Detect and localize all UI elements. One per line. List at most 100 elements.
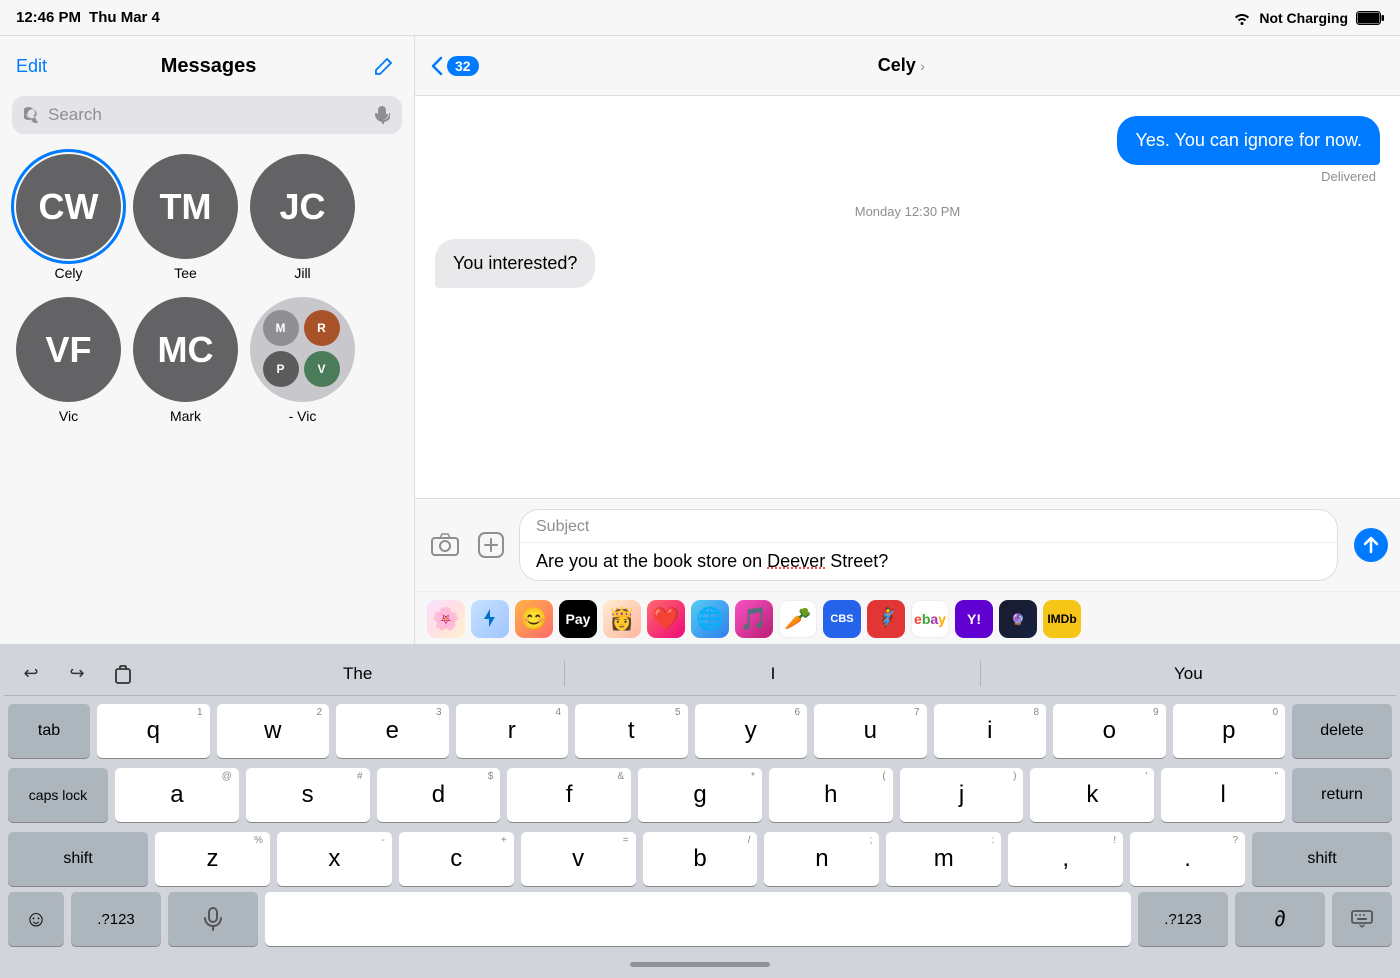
key-m[interactable]: :m <box>886 832 1001 886</box>
key-n[interactable]: ;n <box>764 832 879 886</box>
key-period[interactable]: ?. <box>1130 832 1245 886</box>
key-o[interactable]: 9o <box>1053 704 1166 758</box>
message-text: Are you at the book store on Deever Stre… <box>536 551 888 572</box>
key-rows: tab 1q 2w 3e 4r 5t 6y 7u 8i 9o 0p delete… <box>4 704 1396 886</box>
avatar-multi: M R P V <box>250 297 355 402</box>
delete-key[interactable]: delete <box>1292 704 1392 758</box>
chat-name-area[interactable]: Cely › <box>491 55 1312 76</box>
key-d[interactable]: $d <box>377 768 501 822</box>
text-input-container[interactable]: Subject Are you at the book store on Dee… <box>519 509 1338 581</box>
messages-header: Edit Messages <box>0 36 414 96</box>
search-bar[interactable]: Search <box>12 96 402 134</box>
appstore-button[interactable] <box>473 527 509 563</box>
right-panel: 32 Cely › Yes. You can ignore for now. D… <box>415 36 1400 644</box>
key-comma[interactable]: !, <box>1008 832 1123 886</box>
cbs-app-icon[interactable]: CBS <box>823 600 861 638</box>
marvel-app-icon[interactable]: 🦸 <box>867 600 905 638</box>
key-a[interactable]: @a <box>115 768 239 822</box>
avatar-cw: CW <box>16 154 121 259</box>
contact-mc[interactable]: MC Mark <box>133 297 238 424</box>
memoji2-app-icon[interactable]: 👸 <box>603 600 641 638</box>
shift-left-key[interactable]: shift <box>8 832 148 886</box>
contact-jc[interactable]: JC Jill <box>250 154 355 281</box>
key-c[interactable]: +c <box>399 832 514 886</box>
darksky-app-icon[interactable]: 🔮 <box>999 600 1037 638</box>
appstore-app-icon[interactable] <box>471 600 509 638</box>
ebay-app-icon[interactable]: ebay <box>911 600 949 638</box>
browser-app-icon[interactable]: 🌐 <box>691 600 729 638</box>
send-button[interactable] <box>1354 528 1388 562</box>
key-e[interactable]: 3e <box>336 704 449 758</box>
instacart-app-icon[interactable]: 🥕 <box>779 600 817 638</box>
status-left: 12:46 PM Thu Mar 4 <box>16 9 160 26</box>
contact-vf[interactable]: VF Vic <box>16 297 121 424</box>
compose-button[interactable] <box>370 52 398 80</box>
numbers-left-key[interactable]: .?123 <box>71 892 161 946</box>
heart-app-icon[interactable]: ❤️ <box>647 600 685 638</box>
contact-name-mc: Mark <box>170 408 201 424</box>
scribble-key[interactable]: ∂ <box>1235 892 1325 946</box>
keyboard-dismiss-key[interactable] <box>1332 892 1392 946</box>
search-placeholder: Search <box>48 105 366 125</box>
app-strip: 🌸 😊 Pay 👸 ❤️ 🌐 🎵 🥕 CBS 🦸 ebay Y! 🔮 IMDb <box>415 591 1400 644</box>
key-b[interactable]: /b <box>643 832 758 886</box>
key-q[interactable]: 1q <box>97 704 210 758</box>
space-key[interactable] <box>265 892 1131 946</box>
suggestion-i[interactable]: I <box>565 652 980 695</box>
photos-app-icon[interactable]: 🌸 <box>427 600 465 638</box>
applepay-app-icon[interactable]: Pay <box>559 600 597 638</box>
camera-button[interactable] <box>427 527 463 563</box>
key-g[interactable]: *g <box>638 768 762 822</box>
avatar-mc: MC <box>133 297 238 402</box>
music-app-icon[interactable]: 🎵 <box>735 600 773 638</box>
capslock-key[interactable]: caps lock <box>8 768 108 822</box>
messages-area: Yes. You can ignore for now. Delivered M… <box>415 96 1400 498</box>
mic-icon <box>374 106 390 124</box>
keyboard: ↩ ↪ The I You tab 1q 2w 3e 4r 5t 6y 7u <box>0 644 1400 950</box>
suggestion-the[interactable]: The <box>150 652 565 695</box>
key-z[interactable]: %z <box>155 832 270 886</box>
key-s[interactable]: #s <box>246 768 370 822</box>
paste-button[interactable] <box>100 653 146 695</box>
key-f[interactable]: &f <box>507 768 631 822</box>
numbers-right-key[interactable]: .?123 <box>1138 892 1228 946</box>
message-delivered: Delivered <box>1117 169 1380 184</box>
undo-button[interactable]: ↩ <box>8 653 54 695</box>
key-p[interactable]: 0p <box>1173 704 1286 758</box>
key-w[interactable]: 2w <box>217 704 330 758</box>
edit-button[interactable]: Edit <box>16 56 47 77</box>
key-t[interactable]: 5t <box>575 704 688 758</box>
message-text-line: Are you at the book store on Deever Stre… <box>520 543 1337 580</box>
key-u[interactable]: 7u <box>814 704 927 758</box>
key-h[interactable]: (h <box>769 768 893 822</box>
wifi-icon <box>1233 11 1251 25</box>
chat-header: 32 Cely › <box>415 36 1400 96</box>
yahoo-app-icon[interactable]: Y! <box>955 600 993 638</box>
key-v[interactable]: =v <box>521 832 636 886</box>
redo-button[interactable]: ↪ <box>54 653 100 695</box>
imdb-app-icon[interactable]: IMDb <box>1043 600 1081 638</box>
avatar-tm: TM <box>133 154 238 259</box>
key-r[interactable]: 4r <box>456 704 569 758</box>
home-bar <box>630 962 770 967</box>
return-key[interactable]: return <box>1292 768 1392 822</box>
shift-right-key[interactable]: shift <box>1252 832 1392 886</box>
back-button[interactable]: 32 <box>431 56 479 76</box>
key-x[interactable]: -x <box>277 832 392 886</box>
mic-key[interactable] <box>168 892 258 946</box>
key-i[interactable]: 8i <box>934 704 1047 758</box>
keyboard-icon <box>1351 910 1373 928</box>
suggestion-you[interactable]: You <box>981 652 1396 695</box>
memoji-app-icon[interactable]: 😊 <box>515 600 553 638</box>
contact-multi[interactable]: M R P V - Vic <box>250 297 355 424</box>
message-bubble-received: You interested? <box>435 239 595 288</box>
tab-key[interactable]: tab <box>8 704 90 758</box>
chat-contact-name: Cely <box>878 55 916 75</box>
contact-cw[interactable]: CW Cely <box>16 154 121 281</box>
key-y[interactable]: 6y <box>695 704 808 758</box>
key-k[interactable]: 'k <box>1030 768 1154 822</box>
emoji-key[interactable]: ☺ <box>8 892 64 946</box>
contact-tm[interactable]: TM Tee <box>133 154 238 281</box>
key-j[interactable]: )j <box>900 768 1024 822</box>
key-l[interactable]: "l <box>1161 768 1285 822</box>
